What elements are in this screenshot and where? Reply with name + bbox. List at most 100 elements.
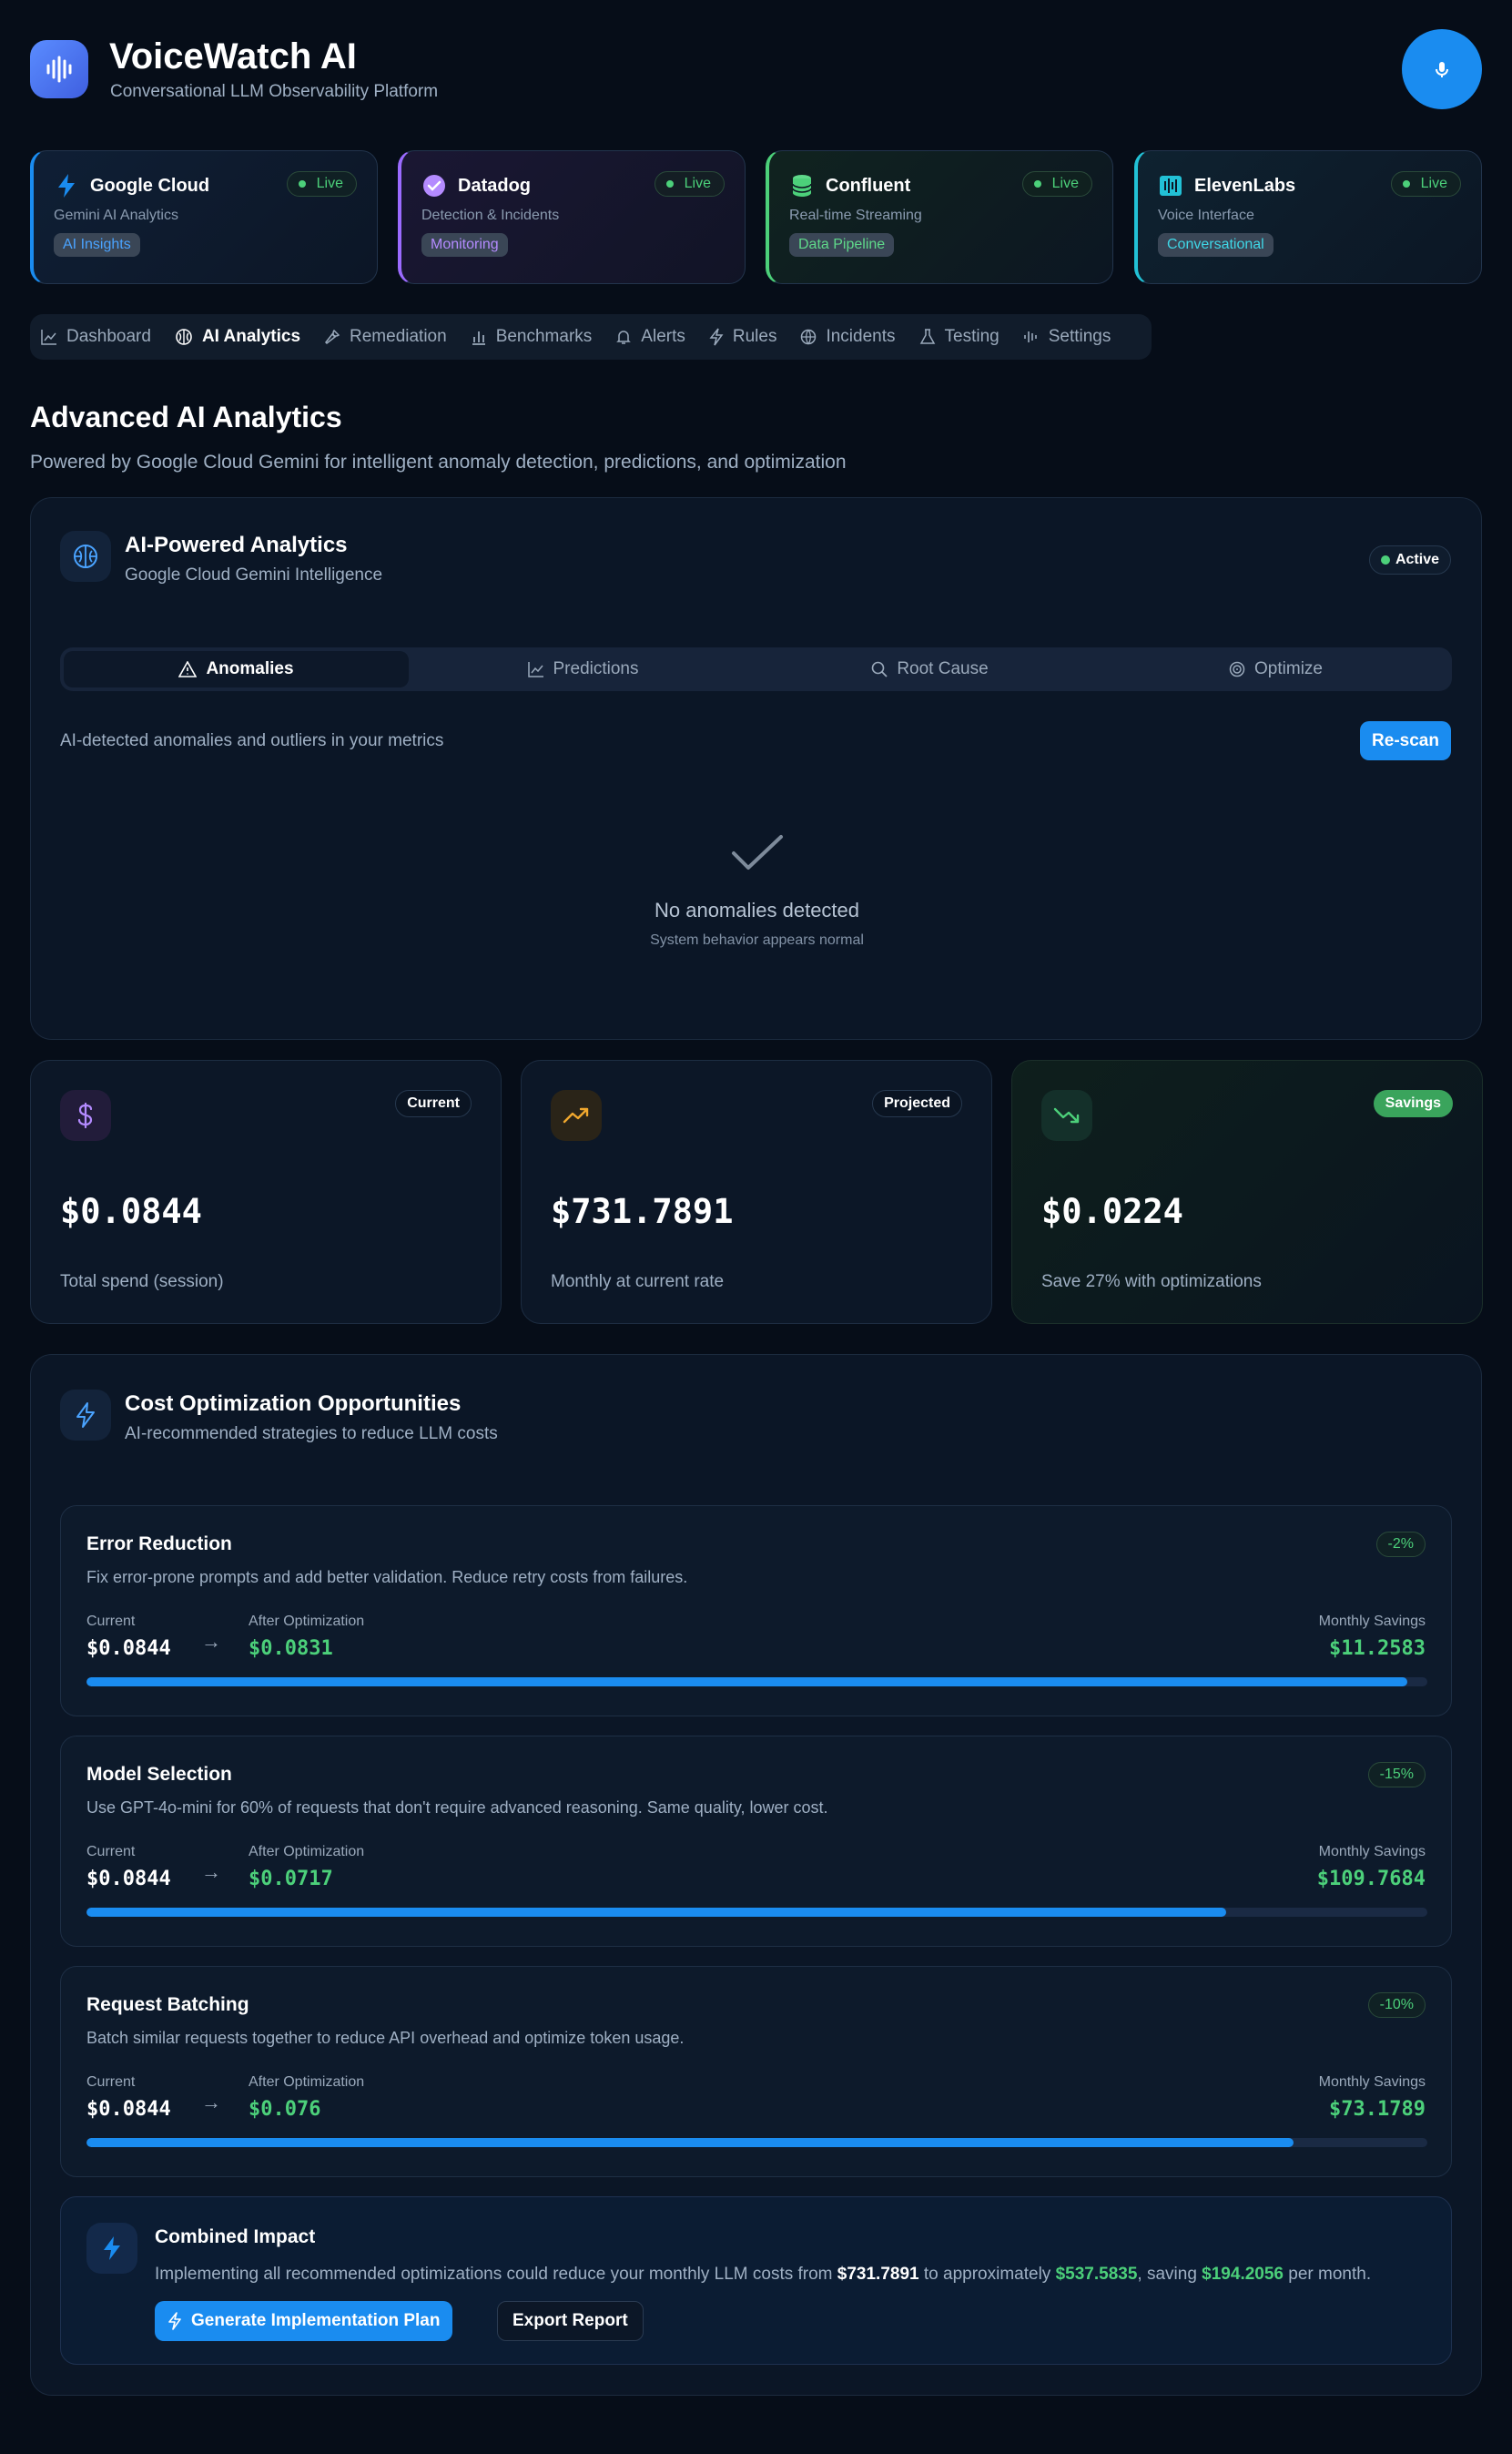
integration-description: Detection & Incidents: [421, 208, 560, 223]
tab-anomalies[interactable]: Anomalies: [64, 651, 409, 687]
nav-remediation[interactable]: Remediation: [324, 314, 447, 360]
integration-tag: AI Insights: [54, 233, 140, 257]
panel-subtitle: Google Cloud Gemini Intelligence: [125, 565, 383, 585]
nav-incidents[interactable]: Incidents: [800, 314, 896, 360]
savings-label: Monthly Savings: [1318, 1844, 1426, 1859]
progress-fill: [86, 2138, 1294, 2147]
current-label: Current: [86, 1844, 136, 1859]
nav-benchmarks[interactable]: Benchmarks: [471, 314, 592, 360]
status-badge: Live: [654, 171, 725, 197]
status-badge: Live: [1021, 171, 1092, 197]
strategy-card-error-reduction: Error Reduction Fix error-prone prompts …: [60, 1505, 1452, 1716]
bolt-icon: [168, 2312, 181, 2330]
chart-line-icon: [41, 330, 56, 345]
analytics-tabs: Anomalies Predictions Root Cause Optimiz…: [60, 647, 1452, 691]
integration-card-google-cloud[interactable]: Google Cloud Live Gemini AI Analytics AI…: [30, 150, 378, 284]
card-badge: Projected: [872, 1090, 962, 1117]
page-title: Advanced AI Analytics: [30, 401, 342, 433]
bell-icon: [616, 331, 632, 344]
combined-title: Combined Impact: [155, 2226, 316, 2247]
card-label: Total spend (session): [60, 1272, 224, 1291]
cost-optimization-panel: Cost Optimization Opportunities AI-recom…: [30, 1354, 1482, 2396]
microphone-button[interactable]: [1402, 29, 1482, 109]
app-title: VoiceWatch AI: [109, 36, 357, 76]
progress-bar: [86, 1908, 1427, 1917]
current-label: Current: [86, 2074, 136, 2090]
integration-card-elevenlabs[interactable]: ElevenLabs Live Voice Interface Conversa…: [1134, 150, 1482, 284]
nav-settings[interactable]: Settings: [1023, 314, 1111, 360]
current-label: Current: [86, 1614, 136, 1629]
status-badge: Live: [1390, 171, 1461, 197]
panel-title: AI-Powered Analytics: [125, 533, 348, 557]
after-label: After Optimization: [249, 1614, 365, 1629]
brain-icon: [60, 531, 111, 582]
strategy-title: Request Batching: [86, 1994, 249, 2015]
cost-card-projected: Projected $731.7891 Monthly at current r…: [521, 1060, 992, 1324]
export-report-button[interactable]: Export Report: [497, 2301, 644, 2341]
card-label: Monthly at current rate: [551, 1272, 725, 1291]
globe-icon: [801, 329, 817, 345]
empty-state-subtitle: System behavior appears normal: [650, 932, 864, 948]
combined-impact: Combined Impact Implementing all recomme…: [60, 2196, 1452, 2365]
page-subtitle: Powered by Google Cloud Gemini for intel…: [30, 452, 847, 473]
percent-badge: -2%: [1375, 1532, 1426, 1557]
strategy-description: Batch similar requests together to reduc…: [86, 2029, 685, 2047]
cost-card-current: Current $0.0844 Total spend (session): [30, 1060, 502, 1324]
current-value: $0.0844: [86, 1637, 171, 1660]
integration-card-confluent[interactable]: Confluent Live Real-time Streaming Data …: [766, 150, 1113, 284]
database-icon: [789, 173, 815, 199]
strategy-description: Fix error-prone prompts and add better v…: [86, 1568, 688, 1586]
waveform-icon: [1023, 331, 1037, 342]
nav-dashboard[interactable]: Dashboard: [41, 314, 151, 360]
integration-name: ElevenLabs: [1194, 175, 1296, 196]
percent-badge: -10%: [1367, 1992, 1426, 2018]
panel-title: Cost Optimization Opportunities: [125, 1391, 462, 1416]
bolt-icon: [709, 328, 724, 346]
integration-description: Real-time Streaming: [789, 208, 922, 223]
target-icon: [1229, 661, 1245, 677]
integration-tag: Monitoring: [421, 233, 508, 257]
generate-plan-button[interactable]: Generate Implementation Plan: [155, 2301, 453, 2341]
chart-line-icon: [527, 662, 543, 677]
tab-optimize[interactable]: Optimize: [1103, 651, 1448, 687]
trending-down-icon: [1041, 1090, 1092, 1141]
card-label: Save 27% with optimizations: [1041, 1272, 1262, 1291]
after-value: $0.076: [249, 2098, 321, 2121]
brain-icon: [176, 329, 192, 345]
strategy-card-request-batching: Request Batching Batch similar requests …: [60, 1966, 1452, 2177]
card-badge: Current: [395, 1090, 472, 1117]
progress-fill: [86, 1908, 1227, 1917]
bar-chart-icon: [472, 331, 485, 345]
waveform-logo-icon: [30, 40, 88, 98]
anomalies-description: AI-detected anomalies and outliers in yo…: [60, 731, 444, 750]
combined-text: Implementing all recommended optimizatio…: [155, 2265, 1372, 2284]
current-value: $0.0844: [86, 1868, 171, 1890]
progress-bar: [86, 2138, 1427, 2147]
flask-icon: [919, 329, 935, 344]
savings-value: $109.7684: [1316, 1868, 1426, 1890]
status-badge: Live: [286, 171, 357, 197]
tab-predictions[interactable]: Predictions: [411, 651, 756, 687]
bolt-icon: [86, 2223, 137, 2274]
integration-tag: Conversational: [1158, 233, 1274, 257]
after-value: $0.0831: [249, 1637, 333, 1660]
main-nav: Dashboard AI Analytics Remediation Bench…: [30, 314, 1152, 360]
tab-root-cause[interactable]: Root Cause: [757, 651, 1102, 687]
nav-rules[interactable]: Rules: [709, 314, 776, 360]
search-icon: [872, 661, 888, 677]
integration-description: Gemini AI Analytics: [54, 208, 178, 223]
savings-label: Monthly Savings: [1318, 2074, 1426, 2090]
nav-testing[interactable]: Testing: [919, 314, 1000, 360]
panel-subtitle: AI-recommended strategies to reduce LLM …: [125, 1424, 498, 1443]
after-value: $0.0717: [249, 1868, 333, 1890]
integration-name: Google Cloud: [90, 175, 210, 196]
nav-ai-analytics[interactable]: AI Analytics: [175, 314, 300, 360]
card-value: $0.0844: [60, 1192, 202, 1231]
rescan-button[interactable]: Re-scan: [1360, 721, 1451, 760]
empty-state-title: No anomalies detected: [654, 899, 860, 922]
integration-card-datadog[interactable]: Datadog Live Detection & Incidents Monit…: [398, 150, 746, 284]
warning-icon: [178, 661, 198, 677]
savings-label: Monthly Savings: [1318, 1614, 1426, 1629]
progress-fill: [86, 1677, 1407, 1686]
nav-alerts[interactable]: Alerts: [615, 314, 685, 360]
